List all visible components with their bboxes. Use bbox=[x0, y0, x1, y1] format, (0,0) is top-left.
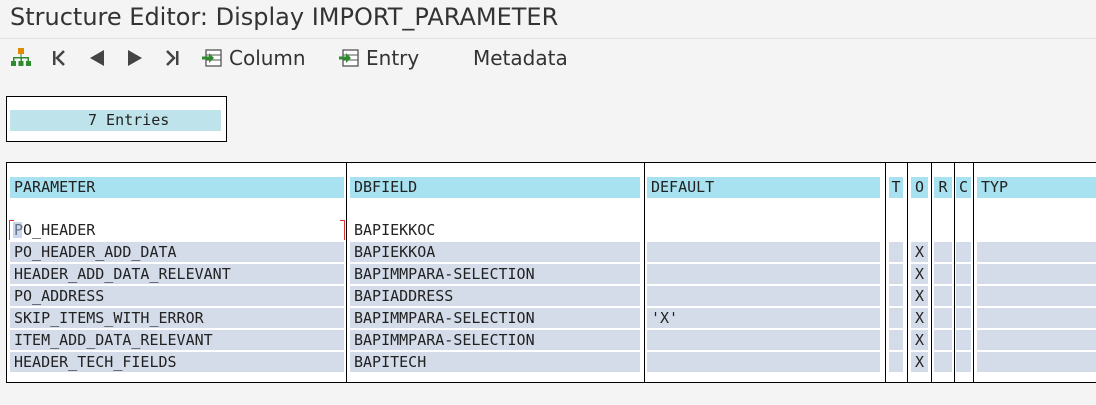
cell-o: X bbox=[911, 330, 928, 350]
cell-t bbox=[889, 242, 903, 262]
column-button[interactable]: Column bbox=[201, 46, 306, 70]
cell-r bbox=[934, 220, 952, 240]
metadata-label: Metadata bbox=[473, 46, 568, 70]
column-separator[interactable] bbox=[931, 163, 932, 382]
cell-dbfield: BAPIEKKOC bbox=[350, 220, 640, 240]
entry-import-icon bbox=[338, 48, 360, 68]
previous-page-icon[interactable] bbox=[87, 46, 107, 70]
cell-c bbox=[956, 286, 971, 306]
cell-o: X bbox=[911, 264, 928, 284]
cell-dbfield: BAPITECH bbox=[350, 352, 640, 372]
cell-parameter: HEADER_ADD_DATA_RELEVANT bbox=[10, 264, 344, 284]
cell-default bbox=[647, 352, 880, 372]
column-header-default[interactable]: DEFAULT bbox=[647, 177, 880, 198]
cell-dbfield: BAPIADDRESS bbox=[350, 286, 640, 306]
cell-c bbox=[956, 330, 971, 350]
column-import-icon bbox=[201, 48, 223, 68]
cell-r bbox=[934, 308, 952, 328]
cell-dbfield: BAPIMMPARA-SELECTION bbox=[350, 308, 640, 328]
window-title: Structure Editor: Display IMPORT_PARAMET… bbox=[10, 3, 559, 31]
cell-r bbox=[934, 286, 952, 306]
cell-r bbox=[934, 242, 952, 262]
cell-default bbox=[647, 264, 880, 284]
cell-typ bbox=[977, 308, 1096, 328]
entries-count-field: 7 Entries bbox=[10, 110, 221, 131]
cell-c bbox=[956, 220, 971, 240]
column-separator[interactable] bbox=[973, 163, 974, 382]
cell-parameter: PO_ADDRESS bbox=[10, 286, 344, 306]
cell-default bbox=[647, 220, 880, 240]
cell-parameter: HEADER_TECH_FIELDS bbox=[10, 352, 344, 372]
column-header-t[interactable]: T bbox=[889, 177, 903, 198]
cell-c bbox=[956, 242, 971, 262]
cell-dbfield: BAPIMMPARA-SELECTION bbox=[350, 264, 640, 284]
entry-label: Entry bbox=[366, 46, 420, 70]
cell-o: X bbox=[911, 308, 928, 328]
column-separator[interactable] bbox=[954, 163, 955, 382]
cell-typ bbox=[977, 264, 1096, 284]
cell-parameter[interactable]: PO_HEADER bbox=[10, 220, 344, 240]
hierarchy-icon[interactable] bbox=[10, 46, 32, 70]
cell-t bbox=[889, 264, 903, 284]
column-header-dbfield[interactable]: DBFIELD bbox=[350, 177, 640, 198]
column-header-r[interactable]: R bbox=[934, 177, 952, 198]
entry-button[interactable]: Entry bbox=[338, 46, 419, 70]
cell-t bbox=[889, 220, 903, 240]
cell-typ bbox=[977, 220, 1096, 240]
column-label: Column bbox=[229, 46, 306, 70]
toolbar: Column Entry Metadata bbox=[0, 38, 1096, 77]
cell-r bbox=[934, 352, 952, 372]
cell-t bbox=[889, 330, 903, 350]
cell-o: X bbox=[911, 352, 928, 372]
parameter-table: PARAMETER DBFIELD DEFAULT T O R C TYP PO_HEADER B… bbox=[6, 162, 1096, 383]
first-page-icon[interactable] bbox=[50, 46, 68, 70]
cell-o bbox=[911, 220, 928, 240]
cell-c bbox=[956, 264, 971, 284]
cell-o: X bbox=[911, 242, 928, 262]
cell-typ bbox=[977, 242, 1096, 262]
cell-parameter: ITEM_ADD_DATA_RELEVANT bbox=[10, 330, 344, 350]
cell-default: 'X' bbox=[647, 308, 880, 328]
cell-r bbox=[934, 330, 952, 350]
cell-parameter: SKIP_ITEMS_WITH_ERROR bbox=[10, 308, 344, 328]
cell-default bbox=[647, 242, 880, 262]
cell-t bbox=[889, 308, 903, 328]
text-cursor-highlight bbox=[13, 222, 22, 238]
metadata-button[interactable]: Metadata bbox=[473, 46, 568, 70]
column-separator[interactable] bbox=[346, 163, 347, 382]
column-separator[interactable] bbox=[907, 163, 908, 382]
cell-typ bbox=[977, 352, 1096, 372]
focus-bracket-right bbox=[340, 220, 345, 240]
cell-default bbox=[647, 286, 880, 306]
focus-bracket-left bbox=[9, 220, 14, 240]
cell-c bbox=[956, 352, 971, 372]
cell-dbfield: BAPIMMPARA-SELECTION bbox=[350, 330, 640, 350]
last-page-icon[interactable] bbox=[163, 46, 181, 70]
column-header-o[interactable]: O bbox=[911, 177, 928, 198]
cell-typ bbox=[977, 330, 1096, 350]
cell-t bbox=[889, 352, 903, 372]
entries-count-box: 7 Entries bbox=[6, 96, 227, 142]
cell-t bbox=[889, 286, 903, 306]
cell-default bbox=[647, 330, 880, 350]
cell-r bbox=[934, 264, 952, 284]
cell-c bbox=[956, 308, 971, 328]
entries-count-text: 7 Entries bbox=[88, 111, 170, 129]
cell-o: X bbox=[911, 286, 928, 306]
column-separator[interactable] bbox=[885, 163, 886, 382]
cell-typ bbox=[977, 286, 1096, 306]
column-header-c[interactable]: C bbox=[956, 177, 971, 198]
cell-dbfield: BAPIEKKOA bbox=[350, 242, 640, 262]
column-header-parameter[interactable]: PARAMETER bbox=[10, 177, 344, 198]
column-separator[interactable] bbox=[644, 163, 645, 382]
next-page-icon[interactable] bbox=[125, 46, 145, 70]
column-header-typ[interactable]: TYP bbox=[977, 177, 1096, 198]
cell-parameter: PO_HEADER_ADD_DATA bbox=[10, 242, 344, 262]
